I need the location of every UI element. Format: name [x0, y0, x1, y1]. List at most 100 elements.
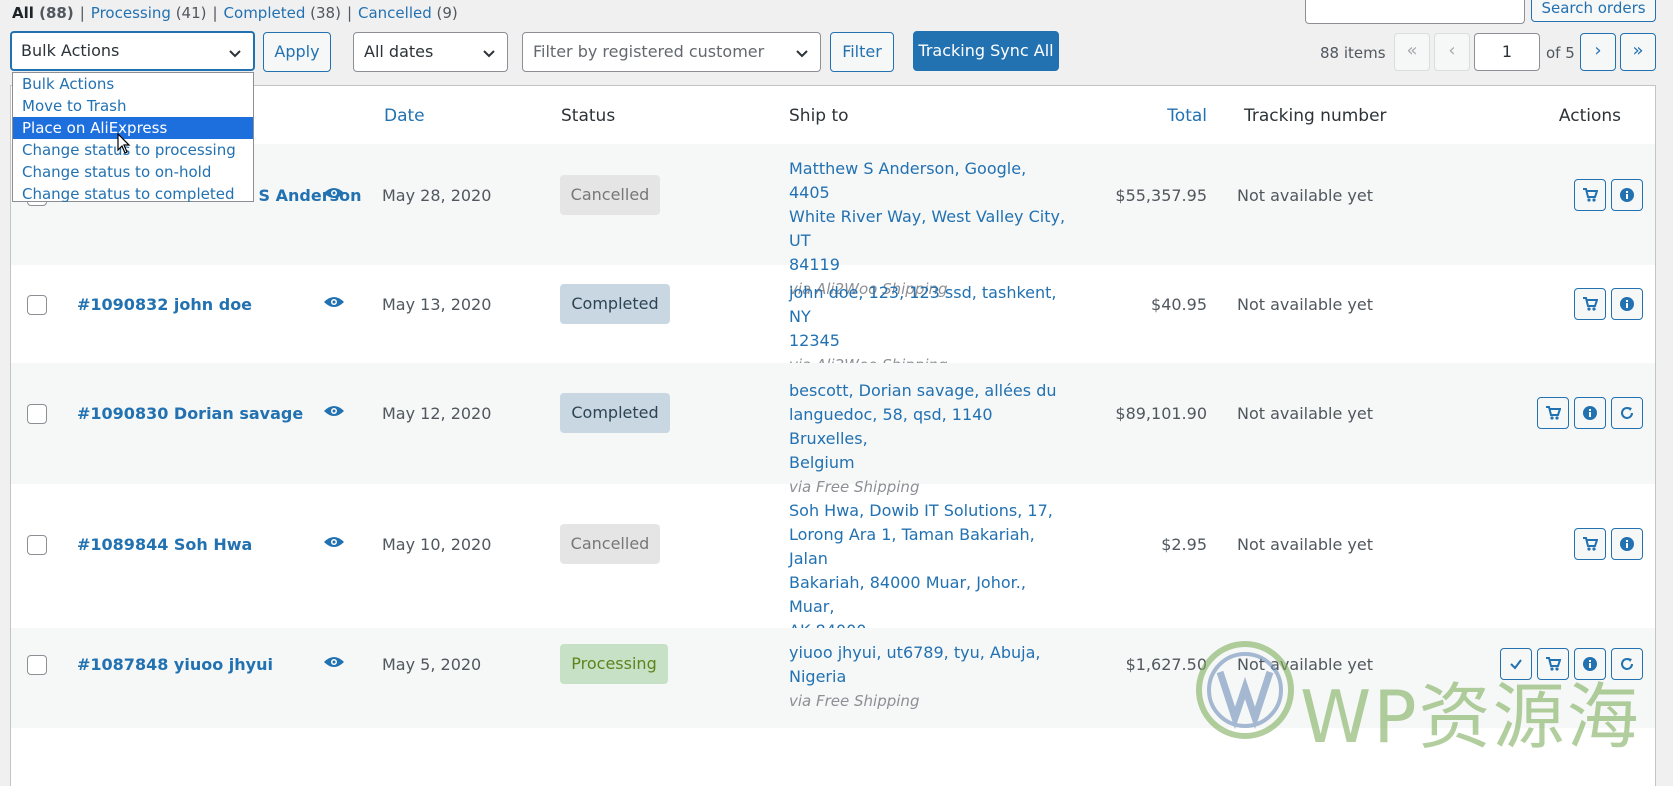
bulk-option[interactable]: Move to Trash	[13, 95, 253, 117]
next-page-button[interactable]: ›	[1580, 33, 1616, 71]
order-link[interactable]: #1090832 john doe	[77, 295, 252, 314]
eye-icon[interactable]	[323, 295, 345, 309]
table-row: #1090832 john doe May 13, 2020 Completed jo…	[11, 265, 1655, 374]
order-date: May 12, 2020	[382, 404, 492, 423]
address-line[interactable]: White River Way, West Valley City, UT	[789, 205, 1069, 253]
row-checkbox[interactable]	[27, 535, 47, 555]
filter-processing-label[interactable]: Processing	[91, 4, 171, 22]
wordpress-logo-icon	[1196, 641, 1294, 739]
tracking-sync-all-button[interactable]: Tracking Sync All	[913, 31, 1059, 71]
bulk-option[interactable]: Change status to on-hold	[13, 161, 253, 183]
address-line[interactable]: Bakariah, 84000 Muar, Johor., Muar,	[789, 571, 1069, 619]
address-line[interactable]: Lorong Ara 1, Taman Bakariah, Jalan	[789, 523, 1069, 571]
row-checkbox[interactable]	[27, 655, 47, 675]
filter-button[interactable]: Filter	[830, 32, 894, 72]
tracking-number: Not available yet	[1237, 535, 1374, 554]
date-filter-select[interactable]: All dates	[353, 32, 508, 72]
order-link[interactable]: #1087848 yiuoo jhyui	[77, 655, 273, 674]
info-action-button[interactable]	[1574, 397, 1606, 429]
status-badge: Processing	[560, 644, 668, 684]
filter-completed-label[interactable]: Completed	[224, 4, 306, 22]
order-total: $89,101.90	[1115, 404, 1207, 423]
filter-cancelled[interactable]: Cancelled	[358, 4, 432, 22]
apply-button[interactable]: Apply	[263, 32, 331, 72]
bulk-option[interactable]: Bulk Actions	[13, 73, 253, 95]
eye-icon[interactable]	[323, 535, 345, 549]
order-date: May 10, 2020	[382, 535, 492, 554]
search-orders-input[interactable]	[1305, 0, 1525, 24]
mouse-cursor-icon	[117, 133, 131, 154]
filter-completed[interactable]: Completed	[224, 4, 306, 22]
cart-action-button[interactable]	[1574, 288, 1606, 320]
search-orders-button[interactable]: Search orders	[1531, 0, 1656, 22]
filter-processing[interactable]: Processing	[91, 4, 171, 22]
address-line[interactable]: john doe, 123, 123 ssd, tashkent, NY	[789, 281, 1069, 329]
bulk-option-highlighted[interactable]: Place on AliExpress	[13, 117, 253, 139]
filter-completed-count: (38)	[310, 4, 341, 22]
filter-all-count: (88)	[39, 4, 74, 22]
filter-cancelled-label[interactable]: Cancelled	[358, 4, 432, 22]
ship-to-address[interactable]: yiuoo jhyui, ut6789, tyu, Abuja, Nigeria v…	[789, 641, 1069, 713]
cart-action-button[interactable]	[1537, 397, 1569, 429]
eye-icon[interactable]	[323, 186, 345, 200]
row-checkbox[interactable]	[27, 295, 47, 315]
row-checkbox[interactable]	[27, 404, 47, 424]
bulk-actions-dropdown: Bulk Actions Move to Trash Place on AliE…	[12, 72, 254, 205]
address-line[interactable]: yiuoo jhyui, ut6789, tyu, Abuja,	[789, 641, 1069, 665]
last-page-button[interactable]: »	[1620, 33, 1656, 71]
status-filter-links: All (88) | Processing (41) | Completed (38) |…	[12, 4, 458, 22]
address-line[interactable]: 12345	[789, 329, 1069, 353]
info-action-button[interactable]	[1611, 179, 1643, 211]
address-line[interactable]: languedoc, 58, qsd, 1140 Bruxelles,	[789, 403, 1069, 451]
separator: |	[212, 4, 218, 22]
address-line[interactable]: Soh Hwa, Dowib IT Solutions, 17,	[789, 499, 1069, 523]
bulk-actions-select[interactable]: Bulk Actions	[10, 31, 255, 71]
separator: |	[79, 4, 85, 22]
table-row: #1089844 Soh Hwa May 10, 2020 Cancelled Soh…	[11, 484, 1655, 664]
bulk-actions-value: Bulk Actions	[21, 41, 120, 60]
status-badge: Cancelled	[560, 524, 660, 564]
order-total: $2.95	[1161, 535, 1207, 554]
info-action-button[interactable]	[1611, 288, 1643, 320]
first-page-button[interactable]: «	[1394, 33, 1430, 71]
column-date[interactable]: Date	[384, 106, 425, 126]
order-date: May 28, 2020	[382, 186, 492, 205]
address-line[interactable]: bescott, Dorian savage, allées du	[789, 379, 1069, 403]
table-header: Date Status Ship to Total Tracking numbe…	[11, 86, 1655, 145]
prev-page-button[interactable]: ‹	[1434, 33, 1470, 71]
eye-icon[interactable]	[323, 655, 345, 669]
current-page-input[interactable]: 1	[1474, 33, 1540, 71]
chevron-down-icon	[796, 50, 808, 58]
sync-action-button[interactable]	[1611, 397, 1643, 429]
eye-icon[interactable]	[323, 404, 345, 418]
status-badge: Completed	[560, 284, 670, 324]
date-filter-value: All dates	[364, 42, 434, 61]
cart-action-button[interactable]	[1574, 528, 1606, 560]
bulk-option[interactable]: Change status to processing	[13, 139, 253, 161]
status-badge: Cancelled	[560, 175, 660, 215]
customer-filter-placeholder: Filter by registered customer	[533, 42, 765, 61]
bulk-option[interactable]: Change status to completed	[13, 183, 253, 205]
address-line[interactable]: Matthew S Anderson, Google, 4405	[789, 157, 1069, 205]
order-total: $55,357.95	[1115, 186, 1207, 205]
address-line[interactable]: Belgium	[789, 451, 1069, 475]
tracking-number: Not available yet	[1237, 404, 1374, 423]
status-badge: Completed	[560, 393, 670, 433]
column-total[interactable]: Total	[1167, 106, 1207, 126]
shipping-method: via Free Shipping	[789, 692, 920, 710]
separator: |	[346, 4, 352, 22]
order-date: May 13, 2020	[382, 295, 492, 314]
order-link[interactable]: #1090830 Dorian savage	[77, 404, 303, 423]
address-line[interactable]: Nigeria	[789, 665, 1069, 689]
items-count: 88 items	[1320, 44, 1386, 62]
order-link[interactable]: #1089844 Soh Hwa	[77, 535, 252, 554]
cart-action-button[interactable]	[1574, 179, 1606, 211]
column-actions: Actions	[1558, 106, 1621, 126]
filter-all[interactable]: All (88)	[12, 4, 74, 22]
filter-all-label[interactable]: All	[12, 4, 34, 22]
ship-to-address[interactable]: bescott, Dorian savage, allées du langued…	[789, 379, 1069, 499]
customer-filter-select[interactable]: Filter by registered customer	[522, 32, 821, 72]
order-date: May 5, 2020	[382, 655, 482, 674]
info-action-button[interactable]	[1611, 528, 1643, 560]
table-row: #1090830 Dorian savage May 12, 2020 Comple…	[11, 363, 1655, 496]
